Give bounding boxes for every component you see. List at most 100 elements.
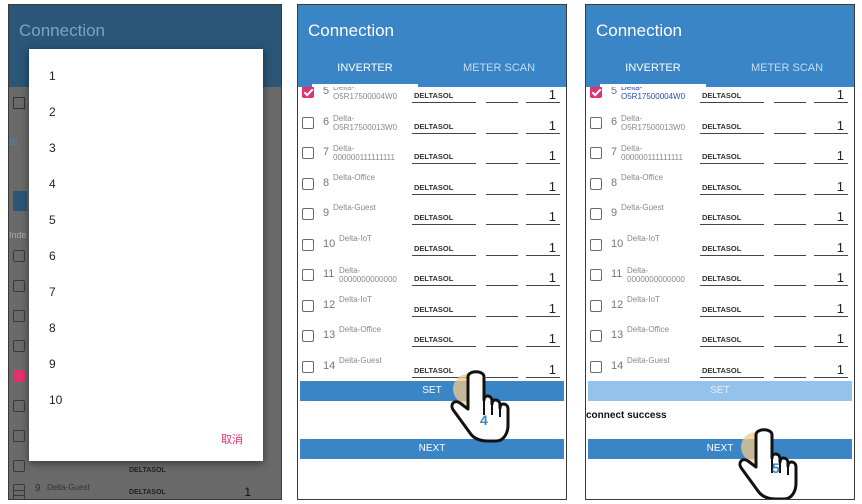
row-value[interactable]: 1 (549, 87, 556, 102)
row-value[interactable]: 1 (837, 209, 844, 224)
dropdown-option[interactable]: 8 (49, 321, 56, 335)
set-button[interactable]: SET (300, 381, 564, 401)
row-checkbox[interactable] (590, 116, 602, 129)
row-checkbox[interactable] (590, 238, 602, 251)
row-checkbox[interactable] (302, 269, 314, 281)
tab-meter-scan[interactable]: METER SCAN (720, 53, 854, 87)
list-item[interactable]: 13 Delta-Office DELTASOL 1 (586, 321, 854, 351)
row-value[interactable]: 1 (549, 148, 556, 163)
list-item[interactable]: 7 Delta- 000000111111111 DELTASOL 1 (586, 138, 854, 168)
step-number: 4 (480, 412, 488, 428)
row-checkbox[interactable] (590, 177, 602, 190)
dropdown-option[interactable]: 4 (49, 177, 56, 191)
dropdown-option[interactable]: 10 (49, 393, 62, 407)
row-checkbox[interactable] (302, 177, 314, 190)
row-value[interactable]: 1 (837, 118, 844, 133)
row-checkbox[interactable] (302, 87, 314, 98)
row-value[interactable]: 1 (549, 362, 556, 377)
row-value[interactable]: 1 (549, 118, 556, 133)
list-item[interactable]: 5 Delta- O5R17500004W0 DELTASOL 1 (586, 87, 854, 107)
field-underline (814, 346, 848, 347)
row-index: 6 (611, 115, 618, 128)
dim-checkbox (13, 250, 25, 262)
row-index: 12 (611, 298, 624, 311)
tab-inverter[interactable]: INVERTER (586, 53, 720, 87)
list-item[interactable]: 10 Delta-IoT DELTASOL 1 (298, 230, 566, 260)
list-item[interactable]: 5 Delta- O5R17500004W0 DELTASOL 1 (298, 87, 566, 107)
row-value[interactable]: 1 (837, 87, 844, 102)
dropdown-option[interactable]: 6 (49, 249, 56, 263)
next-button[interactable]: NEXT (588, 439, 852, 459)
list-item[interactable]: 6 Delta- O5R17500013W0 DELTASOL 1 (298, 108, 566, 138)
row-index: 8 (611, 176, 618, 189)
row-checkbox[interactable] (302, 360, 314, 373)
row-index: 10 (611, 237, 624, 250)
row-value[interactable]: 1 (837, 270, 844, 285)
row-value[interactable]: 1 (549, 270, 556, 285)
row-checkbox[interactable] (302, 299, 314, 312)
list-item[interactable]: 10 Delta-IoT DELTASOL 1 (586, 230, 854, 260)
list-item[interactable]: 12 Delta-IoT DELTASOL 1 (586, 291, 854, 321)
row-value[interactable]: 1 (837, 240, 844, 255)
list-item[interactable]: 9 Delta-Guest DELTASOL 1 (586, 199, 854, 229)
dim-checkbox (13, 484, 25, 496)
row-index: 11 (611, 268, 623, 280)
tab-inverter[interactable]: INVERTER (298, 53, 432, 87)
row-value[interactable]: 1 (837, 148, 844, 163)
row-value[interactable]: 1 (837, 301, 844, 316)
tab-bar: INVERTER METER SCAN (298, 53, 566, 87)
list-item[interactable]: 11 Delta- 0000000000000 DELTASOL 1 (298, 260, 566, 290)
tab-meter-scan[interactable]: METER SCAN (432, 53, 566, 87)
protocol-underline (412, 315, 476, 317)
row-checkbox[interactable] (590, 269, 602, 281)
list-item[interactable]: 14 Delta-Guest DELTASOL 1 (298, 352, 566, 380)
row-protocol: DELTASOL (702, 91, 742, 100)
dropdown-option[interactable]: 9 (49, 357, 56, 371)
list-item[interactable]: 12 Delta-IoT DELTASOL 1 (298, 291, 566, 321)
list-item[interactable]: 8 Delta-Office DELTASOL 1 (298, 169, 566, 199)
list-item[interactable]: 14 Delta-Guest DELTASOL 1 (586, 352, 854, 380)
row-device-name: Delta- O5R17500013W0 (333, 113, 398, 132)
row-value[interactable]: 1 (549, 209, 556, 224)
list-item[interactable]: 8 Delta-Office DELTASOL 1 (586, 169, 854, 199)
row-device-name: Delta-Guest (621, 203, 664, 212)
dropdown-option[interactable]: 7 (49, 285, 56, 299)
list-item[interactable]: 13 Delta-Office DELTASOL 1 (298, 321, 566, 351)
row-checkbox[interactable] (302, 238, 314, 251)
dropdown-option[interactable]: 1 (49, 69, 56, 83)
row-checkbox[interactable] (590, 330, 602, 342)
row-value[interactable]: 1 (549, 301, 556, 316)
row-checkbox[interactable] (590, 299, 602, 312)
list-item[interactable]: 7 Delta- 000000111111111 DELTASOL 1 (298, 138, 566, 168)
field-underline (774, 315, 806, 317)
list-item[interactable]: 6 Delta- O5R17500013W0 DELTASOL 1 (586, 108, 854, 138)
dropdown-option[interactable]: 2 (49, 105, 56, 119)
dropdown-option[interactable]: 5 (49, 213, 56, 227)
app-header: Connection (586, 5, 854, 53)
next-button[interactable]: NEXT (300, 439, 564, 459)
row-checkbox[interactable] (590, 147, 602, 159)
set-button[interactable]: SET (588, 381, 852, 401)
protocol-underline (700, 224, 764, 225)
row-value[interactable]: 1 (837, 362, 844, 377)
dropdown-option[interactable]: 3 (49, 141, 56, 155)
row-checkbox[interactable] (590, 208, 602, 220)
row-checkbox[interactable] (302, 147, 314, 159)
field-underline (526, 376, 560, 378)
row-value[interactable]: 1 (549, 240, 556, 255)
row-value[interactable]: 1 (837, 179, 844, 194)
protocol-underline (700, 315, 764, 317)
row-value[interactable]: 1 (549, 331, 556, 346)
row-checkbox[interactable] (302, 330, 314, 342)
cancel-button[interactable]: 取消 (221, 431, 243, 447)
list-item[interactable]: 9 Delta-Guest DELTASOL 1 (298, 199, 566, 229)
row-value[interactable]: 1 (837, 331, 844, 346)
list-item[interactable]: 11 Delta- 0000000000000 DELTASOL 1 (586, 260, 854, 290)
page-title: Connection (596, 21, 683, 40)
field-underline (526, 163, 560, 164)
row-checkbox[interactable] (302, 116, 314, 129)
row-checkbox[interactable] (590, 87, 602, 98)
row-checkbox[interactable] (302, 208, 314, 220)
row-checkbox[interactable] (590, 360, 602, 373)
row-value[interactable]: 1 (549, 179, 556, 194)
